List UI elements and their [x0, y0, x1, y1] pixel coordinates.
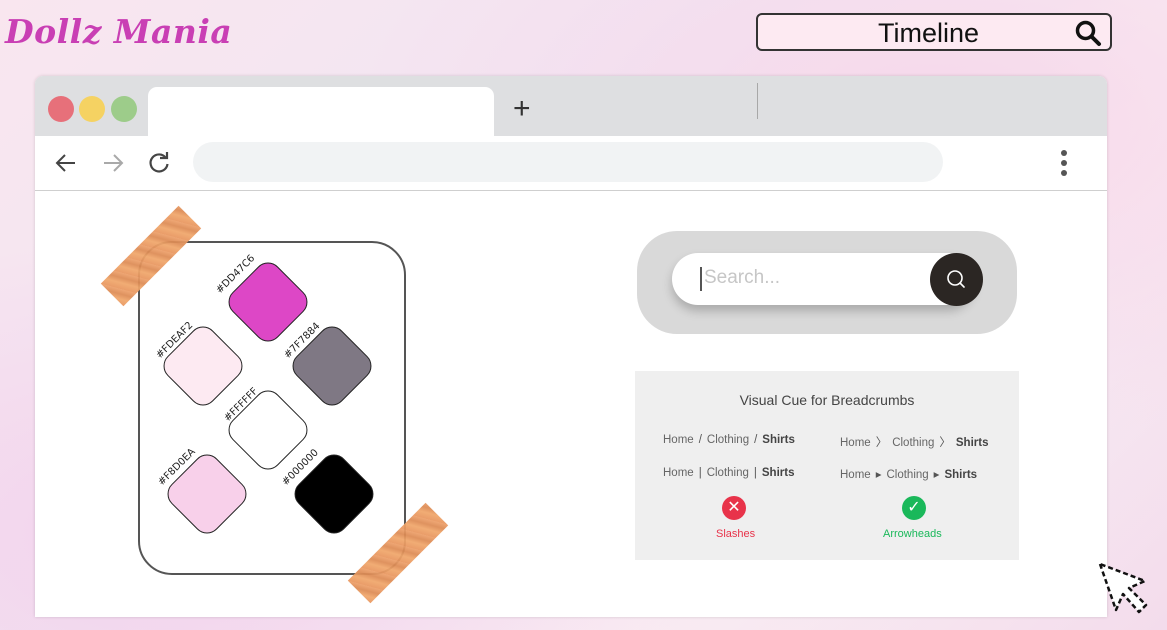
- timeline-search-box[interactable]: Timeline: [756, 13, 1112, 51]
- crumb-current: Shirts: [761, 467, 795, 479]
- crumb-current: Shirts: [955, 437, 989, 449]
- crumb-current: Shirts: [944, 469, 978, 481]
- text-caret: [700, 267, 702, 291]
- crumb-separator: /: [754, 434, 758, 446]
- breadcrumb-example-arrowhead: Home ▸ Clothing ▸ Shirts: [840, 467, 977, 481]
- check-icon: ✓: [902, 496, 926, 520]
- browser-toolbar: [35, 136, 1107, 191]
- color-palette-card: #DD47C6 #FDEAF2 #7F7884 #FFFFFF #F8D0EA …: [138, 241, 406, 575]
- maximize-window-dot[interactable]: [111, 96, 137, 122]
- crumb-mid: Clothing: [886, 469, 929, 481]
- cross-icon: ✕: [722, 496, 746, 520]
- reload-icon[interactable]: [146, 150, 172, 176]
- crumb-home: Home: [840, 437, 871, 449]
- mouse-cursor-icon: [1098, 562, 1148, 614]
- new-tab-button[interactable]: +: [513, 94, 531, 124]
- card-title: Visual Cue for Breadcrumbs: [739, 392, 915, 408]
- search-placeholder: Search...: [704, 267, 781, 288]
- crumb-current: Shirts: [762, 434, 795, 446]
- forward-arrow-icon[interactable]: [100, 150, 126, 176]
- crumb-separator: ▸: [875, 469, 882, 481]
- crumb-separator: 〉: [875, 437, 888, 449]
- crumb-mid: Clothing: [706, 434, 750, 446]
- breadcrumb-example-chevron: Home 〉 Clothing 〉 Shirts: [840, 434, 988, 450]
- crumb-mid: Clothing: [706, 467, 749, 479]
- crumb-separator: 〉: [939, 437, 951, 449]
- tab-divider: [757, 83, 758, 119]
- kebab-menu-icon[interactable]: [1057, 148, 1071, 180]
- breadcrumb-example-slash: Home / Clothing / Shirts: [663, 434, 795, 446]
- search-widget: Search...: [637, 231, 1017, 334]
- active-tab[interactable]: [148, 87, 494, 136]
- search-icon: [947, 270, 965, 288]
- brand-logo-text: Dollz Mania: [5, 12, 233, 51]
- back-arrow-icon[interactable]: [53, 150, 79, 176]
- breadcrumb-cue-card: Visual Cue for Breadcrumbs Home / Clothing…: [635, 371, 1019, 560]
- minimize-window-dot[interactable]: [79, 96, 105, 122]
- arrowheads-label: Arrowheads: [883, 528, 942, 540]
- address-bar[interactable]: [193, 142, 943, 182]
- search-icon[interactable]: [1074, 19, 1102, 47]
- search-button[interactable]: [930, 253, 983, 306]
- tab-bar: +: [35, 76, 1107, 136]
- browser-window: + #DD47C6 #FDEAF2 #7F7884 #FFFFFF #F8D0E…: [35, 76, 1107, 617]
- crumb-mid: Clothing: [892, 437, 935, 449]
- crumb-separator: ▸: [933, 469, 940, 481]
- slashes-label: Slashes: [716, 528, 756, 540]
- crumb-separator: |: [698, 467, 702, 479]
- crumb-home: Home: [840, 469, 871, 481]
- crumb-home: Home: [663, 467, 694, 479]
- breadcrumb-example-pipe: Home | Clothing | Shirts: [663, 467, 794, 479]
- timeline-label: Timeline: [878, 18, 980, 48]
- crumb-home: Home: [663, 434, 694, 446]
- crumb-separator: /: [698, 434, 702, 446]
- crumb-separator: |: [753, 467, 757, 479]
- search-input[interactable]: Search...: [672, 253, 974, 305]
- close-window-dot[interactable]: [48, 96, 74, 122]
